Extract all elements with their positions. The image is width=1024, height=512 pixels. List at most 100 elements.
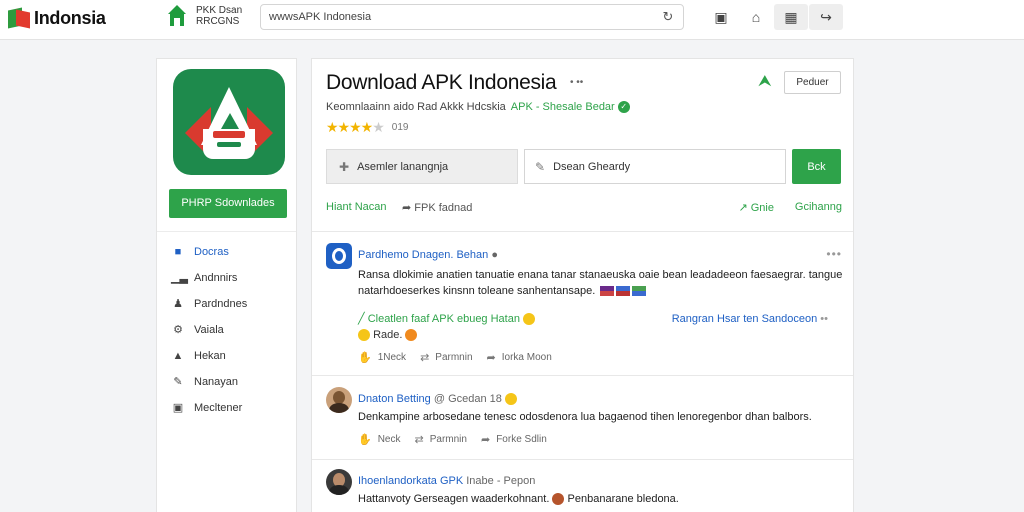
leaf-icon: ╱ [358, 313, 365, 325]
monitor-icon: ▣ [172, 402, 184, 414]
share-icon: ➦ [480, 434, 491, 446]
home-icon [168, 5, 186, 27]
sidebar-item-pardndnes[interactable]: ♟ Pardndnes [171, 291, 247, 317]
more-icon: •• [820, 313, 828, 325]
avatar[interactable] [326, 387, 352, 413]
sidebar-item-label: Pardndnes [194, 298, 248, 310]
star-rating: ★★★★★ [326, 119, 385, 135]
language-select[interactable]: ✚ Asemler lanangnja [326, 149, 518, 184]
post-author[interactable]: Dnaton Betting @ Gcedan 18 [358, 393, 517, 406]
link-icon[interactable]: ↪ [809, 4, 843, 30]
avatar[interactable] [326, 469, 352, 495]
divider [312, 375, 853, 376]
search-input[interactable] [269, 11, 661, 23]
refresh-icon[interactable]: ↻ [661, 10, 675, 24]
brand[interactable]: Indonsia [8, 6, 106, 30]
top-bar: Indonsia PKK Dsan RRCGNS ↻ ▣ ⌂ ▦ ↪ [0, 0, 1024, 40]
post-body: Ransa dlokimie anatien tanuatie enana ta… [358, 267, 842, 299]
sidebar-item-label: Docras [194, 246, 229, 258]
sidebar-item-andnnirs[interactable]: ▁▃ Andnnirs [171, 265, 247, 291]
rating: ★★★★★ 019 [326, 119, 408, 136]
post-body: Denkampine arbosedane tenesc odosdenora … [358, 411, 812, 423]
divider [157, 231, 296, 232]
sidebar-item-hekan[interactable]: ▲ Hekan [171, 343, 247, 369]
flag-icon [600, 286, 615, 297]
bell-icon[interactable]: ⌂ [739, 4, 773, 30]
main-card: Download APK Indonesia • •• ⮝ Peduer Keo… [311, 58, 854, 512]
action-link-far-right[interactable]: Gcihanng [795, 201, 842, 213]
share-icon: ➦ [486, 352, 496, 364]
sidebar-item-label: Mecltener [194, 402, 243, 414]
thumbs-up-icon: ✋ [358, 434, 372, 446]
pencil-icon: ✎ [535, 159, 546, 174]
follow-button[interactable]: Peduer [784, 71, 841, 94]
gear-icon: ⚙ [173, 324, 183, 336]
sidebar-item-mecltener[interactable]: ▣ Mecltener [171, 395, 247, 421]
share-button[interactable]: ➦ Iorka Moon [487, 351, 552, 364]
post: Ihoenlandorkata GPK Inabe - Pepon Hattan… [326, 469, 842, 512]
app-icon [173, 69, 285, 175]
emoji-icon [504, 393, 517, 406]
people-icon: ♟ [173, 298, 183, 310]
brand-name: Indonsia [34, 7, 106, 28]
share-button[interactable]: ➦ Forke Sdlin [481, 433, 547, 446]
page-title: Download APK Indonesia [326, 71, 557, 94]
sidebar: PHRP Sdownlades ■ Docras ▁▃ Andnnirs ♟ Pard… [156, 58, 297, 512]
sidebar-item-vaiala[interactable]: ⚙ Vaiala [171, 317, 247, 343]
post-body: Hattanvoty Gerseagen waaderkohnant. Penb… [358, 493, 679, 506]
flag-icon [632, 286, 647, 297]
like-button[interactable]: ✋ Neck [358, 433, 401, 446]
post-actions: ✋ 1Neck ⇄ Parmnin ➦ Iorka Moon [358, 351, 566, 364]
repost-button[interactable]: ⇄ Parmnin [415, 433, 467, 446]
sidebar-item-docras[interactable]: ■ Docras [171, 239, 247, 265]
post-actions: ✋ Neck ⇄ Parmnin ➦ Forke Sdlin [358, 433, 561, 446]
sidebar-item-label: Hekan [194, 350, 226, 362]
puzzle-icon: ✚ [339, 159, 350, 174]
emoji-icon [523, 313, 536, 326]
like-button[interactable]: ✋ 1Neck [358, 351, 406, 364]
share-icon[interactable]: ⮝ [758, 73, 772, 91]
emoji-icon [358, 329, 370, 342]
avatar[interactable] [326, 243, 352, 269]
globe-icon: ● [491, 249, 498, 261]
post-link-right[interactable]: Rangran Hsar ten Sandoceon •• [672, 313, 828, 325]
arrow-icon: ➦ [402, 202, 415, 214]
query-field-value: Dsean Gheardy [553, 160, 631, 173]
repost-icon: ⇄ [420, 352, 430, 364]
post-line: Ransa dlokimie anatien tanuatie enana ta… [358, 269, 843, 281]
post-link[interactable]: ╱ Cleatlen faaf APK ebueg Hatan [358, 311, 536, 327]
search-bar[interactable]: ↻ [260, 4, 684, 30]
square-icon[interactable]: ▣ [704, 4, 738, 30]
download-button[interactable]: PHRP Sdownlades [169, 189, 287, 218]
more-icon[interactable]: ••• [826, 247, 842, 261]
emoji-icon [405, 329, 418, 342]
sidebar-nav: ■ Docras ▁▃ Andnnirs ♟ Pardndnes ⚙ Vaiala ▲ H… [171, 239, 247, 421]
trend-icon: ↗ [738, 202, 751, 214]
brand-logo-icon [8, 7, 30, 29]
action-link-left[interactable]: Hiant Nacan [326, 201, 387, 213]
apk-badge[interactable]: PKK Dsan RRCGNS [168, 5, 242, 27]
repost-button[interactable]: ⇄ Parmnin [420, 351, 472, 364]
post: Dnaton Betting @ Gcedan 18 Denkampine ar… [326, 387, 842, 457]
apk-badge-line1: PKK Dsan [196, 5, 243, 16]
flag-icon [616, 286, 631, 297]
divider [312, 459, 853, 460]
sidebar-item-label: Vaiala [194, 324, 224, 336]
folder-icon: ■ [174, 246, 182, 258]
divider [312, 231, 853, 232]
grid-icon[interactable]: ▦ [774, 4, 808, 30]
go-button[interactable]: Bck [792, 149, 841, 184]
post-author[interactable]: Pardhemo Dnagen. Behan ● [358, 249, 498, 261]
post-author[interactable]: Ihoenlandorkata GPK Inabe - Pepon [358, 475, 535, 487]
subtitle-tag[interactable]: APK - Shesale Bedar [511, 101, 615, 113]
sidebar-item-nanayan[interactable]: ✎ Nanayan [171, 369, 247, 395]
pen-icon: ✎ [173, 376, 183, 388]
verified-icon: ✓ [617, 101, 630, 113]
thumbs-up-icon: ✋ [358, 352, 372, 364]
action-link-share[interactable]: ➦ FPK fadnad [402, 201, 472, 214]
post-link-suffix: Rade. [358, 327, 418, 343]
title-dots: • •• [570, 77, 584, 88]
query-field[interactable]: ✎ Dsean Gheardy [524, 149, 786, 184]
action-link-right[interactable]: ↗ Gnie [738, 201, 774, 214]
language-select-value: Asemler lanangnja [357, 160, 449, 173]
